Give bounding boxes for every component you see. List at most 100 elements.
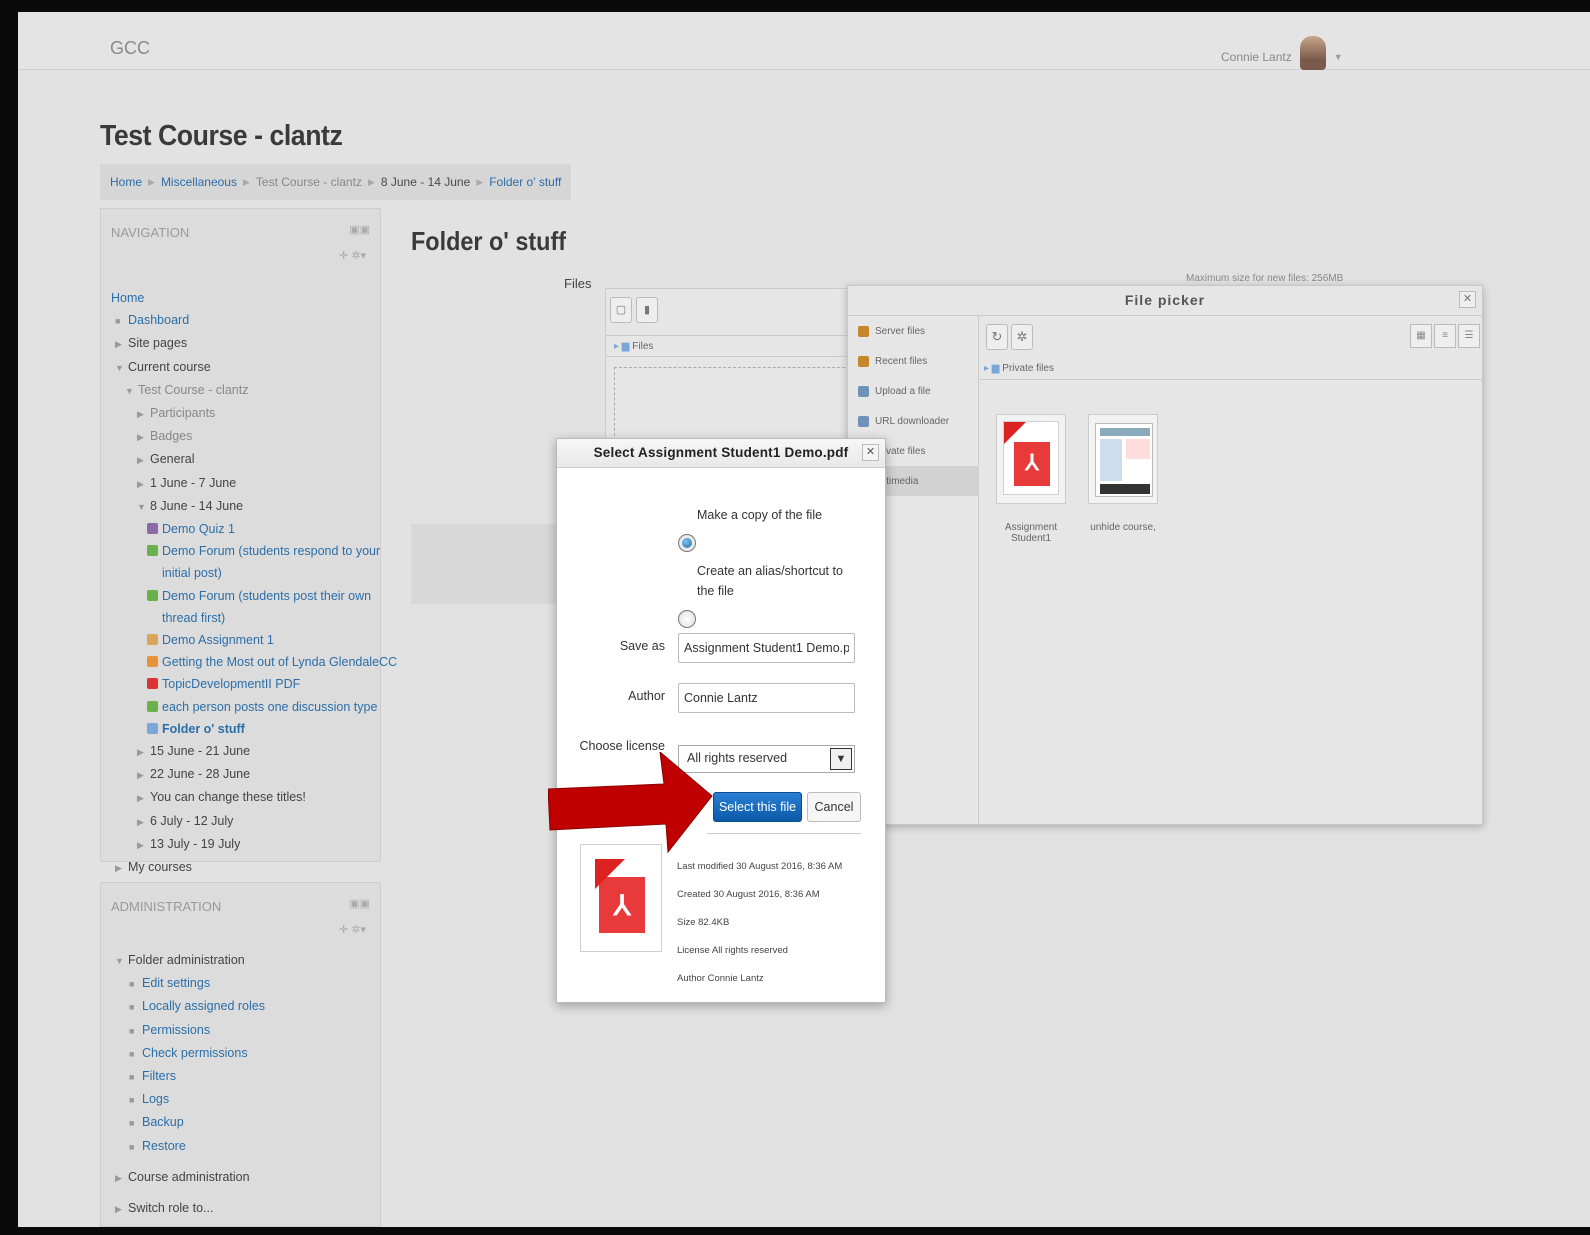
nav-item-home[interactable]: Home (111, 287, 397, 309)
nav-item-demo-forum-1[interactable]: Demo Forum (students respond to your (111, 540, 397, 562)
nav-item-dashboard[interactable]: ■ Dashboard (111, 309, 397, 332)
moodle-icon (858, 356, 869, 367)
admin-item-roles[interactable]: ■ Locally assigned roles (111, 995, 265, 1018)
navigation-tree: Home ■ Dashboard ▶ Site pages ▼ Current cou… (111, 287, 397, 879)
collapse-icon: ▼ (137, 501, 146, 512)
admin-item-edit-settings[interactable]: ■ Edit settings (111, 972, 265, 995)
repo-recent-files[interactable]: Recent files (858, 356, 927, 367)
user-menu[interactable]: Connie Lantz ▼ (1221, 36, 1343, 74)
meta-author: Author Connie Lantz (677, 973, 764, 984)
add-file-icon[interactable]: ▢ (610, 297, 632, 323)
nav-item-badges[interactable]: ▶ Badges (111, 425, 397, 448)
expand-icon: ▶ (115, 1204, 122, 1215)
close-icon[interactable]: ✕ (1459, 291, 1476, 308)
nav-item-week-5[interactable]: ▶ You can change these titles! (111, 786, 397, 809)
author-label: Author (628, 689, 665, 703)
settings-icon[interactable]: ✲ (1011, 324, 1033, 350)
nav-item-folder[interactable]: Folder o' stuff (111, 718, 397, 740)
tree-view-icon[interactable]: ☰ (1458, 324, 1480, 348)
nav-item-course[interactable]: ▼ Test Course - clantz (111, 379, 397, 402)
bullet-icon: ■ (129, 1025, 135, 1036)
dock-icon[interactable]: ▣▣ (349, 897, 370, 910)
breadcrumb-course[interactable]: Test Course - clantz (256, 175, 362, 189)
nav-item-my-courses[interactable]: ▶ My courses (111, 856, 397, 879)
repo-upload-file[interactable]: Upload a file (858, 386, 931, 397)
nav-item-week-1[interactable]: ▶ 1 June - 7 June (111, 472, 397, 495)
upload-icon (858, 386, 869, 397)
navigation-block-title: NAVIGATION (111, 225, 190, 240)
list-view-icon[interactable]: ≡ (1434, 324, 1456, 348)
nav-item-demo-assignment[interactable]: Demo Assignment 1 (111, 629, 397, 651)
cancel-button[interactable]: Cancel (807, 792, 861, 822)
file-picker-title: File picker (848, 286, 1482, 316)
breadcrumb-section[interactable]: 8 June - 14 June (381, 175, 470, 189)
nav-item-discussion[interactable]: each person posts one discussion type (111, 696, 397, 718)
admin-item-switch-role[interactable]: ▶ Switch role to... (111, 1197, 265, 1220)
radio-create-alias[interactable] (678, 610, 696, 628)
expand-icon: ▶ (137, 478, 144, 489)
site-brand[interactable]: GCC (110, 38, 150, 59)
nav-item-week-4[interactable]: ▶ 22 June - 28 June (111, 763, 397, 786)
dock-icon[interactable]: ▣▣ (349, 223, 370, 236)
admin-item-permissions[interactable]: ■ Permissions (111, 1019, 265, 1042)
file-manager-path[interactable]: ▸ ▆ Files (606, 335, 866, 357)
expand-icon: ▶ (115, 339, 122, 350)
block-actions-icon[interactable]: ✛ ✲▾ (339, 249, 366, 262)
admin-item-check-permissions[interactable]: ■ Check permissions (111, 1042, 265, 1065)
breadcrumb-home[interactable]: Home (110, 175, 142, 189)
navigation-block: NAVIGATION ▣▣ ✛ ✲▾ Home ■ Dashboard ▶ Site… (100, 208, 397, 874)
save-as-input[interactable] (678, 633, 855, 663)
block-actions-icon[interactable]: ✛ ✲▾ (339, 923, 366, 936)
download-icon (858, 416, 869, 427)
nav-item-week-7[interactable]: ▶ 13 July - 19 July (111, 833, 397, 856)
nav-item-participants[interactable]: ▶ Participants (111, 402, 397, 425)
expand-icon: ▶ (137, 409, 144, 420)
icon-view-icon[interactable]: ▦ (1410, 324, 1432, 348)
repo-multimedia[interactable]: ltimedia (884, 476, 918, 487)
nav-item-demo-quiz[interactable]: Demo Quiz 1 (111, 518, 397, 540)
radio-make-copy[interactable] (678, 534, 696, 552)
admin-item-backup[interactable]: ■ Backup (111, 1111, 265, 1134)
file-picker-path[interactable]: ▸ ▆ Private files (980, 358, 1483, 380)
breadcrumb-miscellaneous[interactable]: Miscellaneous (161, 175, 237, 189)
forum-icon (147, 545, 158, 557)
author-input[interactable] (678, 683, 855, 713)
file-thumb-unhide[interactable] (1088, 414, 1158, 504)
quiz-icon (147, 523, 158, 535)
nav-item-demo-forum-2-cont[interactable]: thread first) (111, 607, 397, 629)
repo-server-files[interactable]: Server files (858, 326, 925, 337)
nav-item-week-2[interactable]: ▼ 8 June - 14 June (111, 495, 397, 518)
admin-item-logs[interactable]: ■ Logs (111, 1088, 265, 1111)
nav-item-demo-forum-1-cont[interactable]: initial post) (111, 562, 397, 584)
create-folder-icon[interactable]: ▮ (636, 297, 658, 323)
repo-url-downloader[interactable]: URL downloader (858, 416, 949, 427)
nav-item-lynda[interactable]: Getting the Most out of Lynda GlendaleCC (111, 651, 397, 673)
collapse-icon: ▼ (115, 956, 124, 966)
breadcrumb-folder[interactable]: Folder o' stuff (489, 175, 561, 189)
admin-item-filters[interactable]: ■ Filters (111, 1065, 265, 1088)
course-title: Test Course - clantz (100, 120, 343, 152)
refresh-icon[interactable]: ↻ (986, 324, 1008, 350)
url-icon (147, 656, 158, 668)
admin-item-course-admin[interactable]: ▶ Course administration (111, 1166, 265, 1189)
file-label-unhide[interactable]: unhide course, (1078, 522, 1168, 533)
nav-item-site-pages[interactable]: ▶ Site pages (111, 332, 397, 355)
nav-item-week-3[interactable]: ▶ 15 June - 21 June (111, 740, 397, 763)
dropdown-arrow-icon[interactable]: ▼ (830, 748, 852, 770)
select-dialog-title: Select Assignment Student1 Demo.pdf (557, 439, 885, 468)
nav-item-current-course[interactable]: ▼ Current course (111, 356, 397, 379)
file-thumb-assignment[interactable]: ⅄ (996, 414, 1066, 504)
close-icon[interactable]: ✕ (862, 444, 879, 461)
admin-item-restore[interactable]: ■ Restore (111, 1135, 265, 1158)
nav-item-demo-forum-2[interactable]: Demo Forum (students post their own (111, 585, 397, 607)
repo-private-files[interactable]: vate files (886, 446, 925, 457)
breadcrumb-separator-icon: ▶ (476, 176, 484, 187)
expand-icon: ▶ (115, 1172, 122, 1183)
select-this-file-button[interactable]: Select this file (713, 792, 802, 822)
file-label-assignment[interactable]: Assignment Student1 (986, 522, 1076, 544)
nav-item-week-6[interactable]: ▶ 6 July - 12 July (111, 810, 397, 833)
nav-item-topic-pdf[interactable]: TopicDevelopmentII PDF (111, 673, 397, 695)
nav-item-general[interactable]: ▶ General (111, 448, 397, 471)
admin-item-folder-admin[interactable]: ▼ Folder administration (111, 949, 265, 972)
expand-icon: ▶ (137, 432, 144, 443)
